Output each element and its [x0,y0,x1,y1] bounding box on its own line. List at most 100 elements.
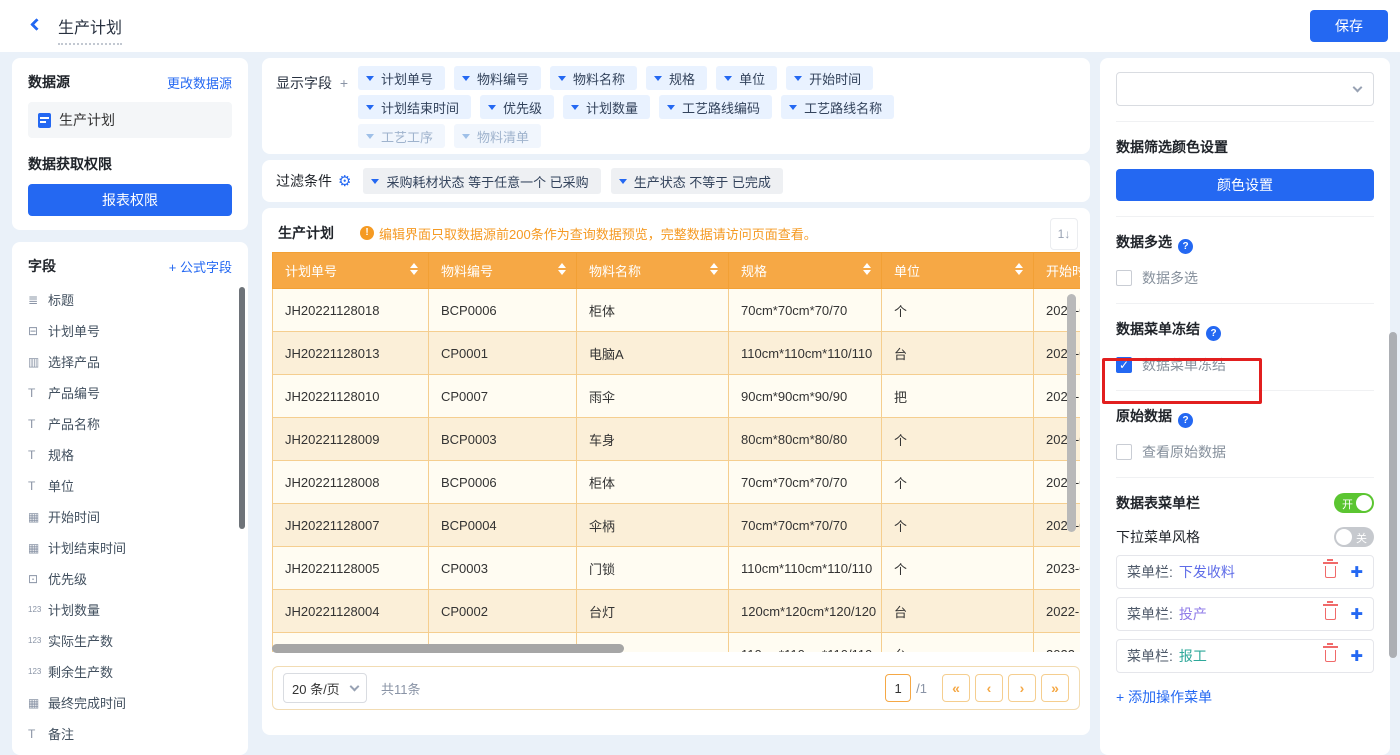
field-item-start-time[interactable]: ▦开始时间 [28,501,232,532]
first-page-button[interactable]: « [942,674,970,702]
field-item-final-finish-time[interactable]: ▦最终完成时间 [28,687,232,718]
display-chip[interactable]: 计划数量 [563,95,650,119]
chevron-down-icon [619,179,627,184]
display-chip[interactable]: 物料编号 [454,66,541,90]
move-icon[interactable]: ✚ [1350,565,1363,580]
multi-select-title: 数据多选? [1116,232,1374,254]
table-row[interactable]: JH20221128008BCP0006柜体70cm*70cm*70/70个20… [273,461,1081,504]
display-chip[interactable]: 开始时间 [786,66,873,90]
sort-order-icon[interactable]: 1↓ [1050,218,1078,250]
field-item-priority[interactable]: ⊡优先级 [28,563,232,594]
display-chip[interactable]: 计划单号 [358,66,445,90]
help-icon[interactable]: ? [1178,239,1193,254]
display-chip[interactable]: 规格 [646,66,707,90]
table-row[interactable]: JH20221128018BCP0006柜体70cm*70cm*70/70个20… [273,289,1081,332]
add-formula-field-link[interactable]: + 公式字段 [169,257,232,276]
total-count: 共11条 [381,679,421,698]
display-chip[interactable]: 单位 [716,66,777,90]
field-item-product-name[interactable]: T产品名称 [28,408,232,439]
column-header[interactable]: 物料编号 [429,253,577,289]
color-settings-button[interactable]: 颜色设置 [1116,169,1374,201]
horizontal-scrollbar[interactable] [272,644,624,653]
field-item-plan-end-time[interactable]: ▦计划结束时间 [28,532,232,563]
column-header[interactable]: 规格 [729,253,882,289]
delete-icon[interactable] [1325,566,1336,578]
field-item-remaining-qty[interactable]: 123剩余生产数 [28,656,232,687]
add-display-field-button[interactable]: + [340,75,348,91]
menubar-item-value[interactable]: 报工 [1179,646,1207,666]
report-permission-button[interactable]: 报表权限 [28,184,232,216]
menubar-item: 菜单栏: 投产 ✚ [1116,597,1374,631]
field-item-plan-qty[interactable]: 123计划数量 [28,594,232,625]
change-datasource-link[interactable]: 更改数据源 [167,73,232,92]
page-size-select[interactable]: 20 条/页 [283,673,367,703]
save-button[interactable]: 保存 [1310,10,1388,42]
display-chip[interactable]: 计划结束时间 [358,95,471,119]
table-row[interactable]: JH20221128013CP0001电脑A110cm*110cm*110/11… [273,332,1081,375]
table-row[interactable]: JH20221128010CP0007雨伞90cm*90cm*90/90把202… [273,375,1081,418]
table-row[interactable]: JH20221128005CP0003门锁110cm*110cm*110/110… [273,547,1081,590]
field-item-title[interactable]: ≣标题 [28,284,232,315]
column-header[interactable]: 开始时间 [1034,253,1081,289]
display-chip[interactable]: 工艺路线编码 [659,95,772,119]
fields-scrollbar[interactable] [239,287,245,529]
page-title: 生产计划 [58,14,122,45]
table-row[interactable]: JH20221128009BCP0003车身80cm*80cm*80/80个20… [273,418,1081,461]
dropdown-style-toggle-off[interactable]: 关 [1334,527,1374,547]
menu-freeze-checkbox[interactable]: ✓ 数据菜单冻结 [1116,355,1374,375]
prev-page-button[interactable]: ‹ [975,674,1003,702]
number-icon: 123 [28,636,48,645]
column-header[interactable]: 物料名称 [577,253,729,289]
field-item-plan-no[interactable]: ⊟计划单号 [28,315,232,346]
table-title: 生产计划 [278,223,334,243]
display-chip-disabled[interactable]: 物料清单 [454,124,541,148]
display-chip[interactable]: 优先级 [480,95,554,119]
field-item-product-no[interactable]: T产品编号 [28,377,232,408]
menubar-item-value[interactable]: 投产 [1179,604,1207,624]
next-page-button[interactable]: › [1008,674,1036,702]
panel-select[interactable] [1116,72,1374,106]
divider [1116,216,1374,217]
vertical-scrollbar[interactable] [1067,294,1076,532]
field-item-spec[interactable]: T规格 [28,439,232,470]
datasource-title: 数据源 [28,72,70,92]
page-number-input[interactable] [885,674,911,702]
filter-label: 过滤条件 [276,171,332,191]
help-icon[interactable]: ? [1206,326,1221,341]
help-icon[interactable]: ? [1178,413,1193,428]
last-page-button[interactable]: » [1041,674,1069,702]
page-scrollbar[interactable] [1389,332,1397,658]
multi-select-checkbox[interactable]: 数据多选 [1116,268,1374,288]
gear-icon[interactable]: ⚙ [338,172,351,190]
chevron-down-icon [789,105,797,110]
column-header[interactable]: 单位 [882,253,1034,289]
menubar-toggle-on[interactable]: 开 [1334,493,1374,513]
text-icon: T [28,386,48,400]
table-row[interactable]: JH20221128007BCP0004伞柄70cm*70cm*70/70个20… [273,504,1081,547]
chevron-down-icon [724,76,732,81]
table-row[interactable]: JH20221128004CP0002台灯120cm*120cm*120/120… [273,590,1081,633]
back-button[interactable] [26,16,46,36]
move-icon[interactable]: ✚ [1350,607,1363,622]
fields-card: 字段 + 公式字段 ≣标题 ⊟计划单号 ▥选择产品 T产品编号 T产品名称 T规… [12,242,248,755]
field-item-actual-qty[interactable]: 123实际生产数 [28,625,232,656]
display-chip[interactable]: 工艺路线名称 [781,95,894,119]
delete-icon[interactable] [1325,608,1336,620]
datasource-item[interactable]: 生产计划 [28,102,232,138]
filter-chip[interactable]: 采购耗材状态 等于任意一个 已采购 [363,168,600,194]
field-item-unit[interactable]: T单位 [28,470,232,501]
display-chip[interactable]: 物料名称 [550,66,637,90]
toggle-knob [1336,529,1352,545]
display-chip-disabled[interactable]: 工艺工序 [358,124,445,148]
chevron-down-icon [1353,83,1363,93]
menubar-item-value[interactable]: 下发收料 [1179,562,1235,582]
column-header[interactable]: 计划单号 [273,253,429,289]
filter-chip[interactable]: 生产状态 不等于 已完成 [611,168,783,194]
raw-data-checkbox[interactable]: 查看原始数据 [1116,442,1374,462]
divider [1116,303,1374,304]
add-action-menu-link[interactable]: + 添加操作菜单 [1116,687,1212,707]
field-item-remark[interactable]: T备注 [28,718,232,749]
move-icon[interactable]: ✚ [1350,649,1363,664]
delete-icon[interactable] [1325,650,1336,662]
field-item-select-product[interactable]: ▥选择产品 [28,346,232,377]
